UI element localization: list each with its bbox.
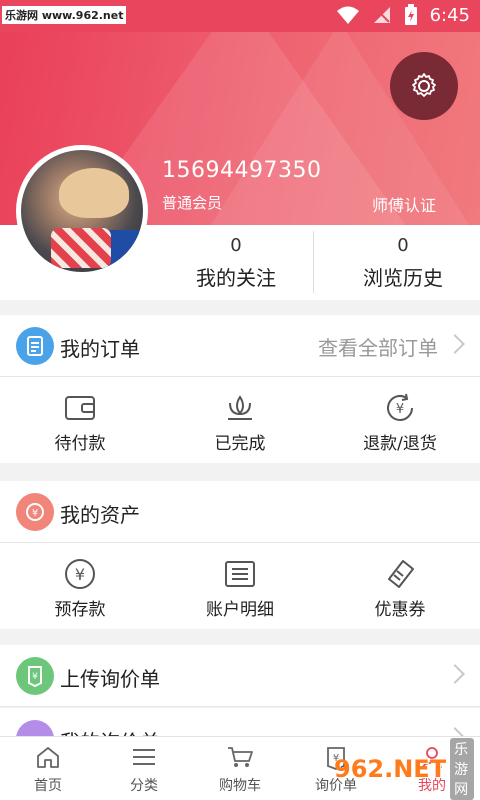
nav-home[interactable]: 首页 bbox=[0, 737, 96, 800]
nav-home-label: 首页 bbox=[34, 778, 62, 794]
history-label: 浏览历史 bbox=[363, 266, 443, 290]
coupon-label: 优惠券 bbox=[374, 600, 426, 620]
watermark-logo: 962.NET bbox=[334, 755, 447, 783]
account-detail-button[interactable]: 账户明细 bbox=[160, 543, 320, 629]
upload-inquiry-title: 上传询价单 bbox=[60, 667, 160, 691]
deposit-button[interactable]: ¥ 预存款 bbox=[0, 543, 160, 629]
deposit-label: 预存款 bbox=[54, 600, 106, 620]
nav-cart-label: 购物车 bbox=[219, 778, 261, 794]
yen-coin-icon: ¥ bbox=[63, 557, 97, 591]
refund-button[interactable]: ¥ 退款/退货 bbox=[320, 377, 480, 463]
view-all-orders-link[interactable]: 查看全部订单 bbox=[318, 332, 438, 361]
coupon-icon bbox=[383, 557, 417, 591]
completed-button[interactable]: 已完成 bbox=[160, 377, 320, 463]
divider bbox=[313, 231, 314, 293]
refund-label: 退款/退货 bbox=[363, 434, 437, 454]
history-stat[interactable]: 0 浏览历史 bbox=[323, 225, 480, 291]
assets-header: ¥ 我的资产 bbox=[0, 481, 480, 543]
history-count: 0 bbox=[397, 235, 409, 256]
cart-icon bbox=[226, 743, 254, 771]
upload-tag-icon: ¥ bbox=[16, 657, 54, 695]
coupon-button[interactable]: 优惠券 bbox=[320, 543, 480, 629]
nav-category-label: 分类 bbox=[130, 778, 158, 794]
watermark-text: 乐游网 bbox=[450, 738, 474, 800]
wifi-icon bbox=[336, 6, 359, 24]
battery-icon bbox=[404, 4, 417, 25]
refund-icon: ¥ bbox=[383, 391, 417, 425]
nav-category[interactable]: 分类 bbox=[96, 737, 192, 800]
order-list-icon bbox=[16, 327, 54, 365]
avatar[interactable] bbox=[16, 145, 148, 277]
follow-label: 我的关注 bbox=[196, 266, 276, 290]
svg-text:¥: ¥ bbox=[396, 402, 404, 417]
follow-stat[interactable]: 0 我的关注 bbox=[156, 225, 316, 291]
receipt-icon bbox=[223, 557, 257, 591]
status-bar: 乐游网 www.962.net 6:45 bbox=[0, 0, 480, 32]
pending-payment-button[interactable]: 待付款 bbox=[0, 377, 160, 463]
follow-count: 0 bbox=[230, 235, 242, 256]
account-detail-label: 账户明细 bbox=[206, 600, 274, 620]
watermark-bottom-right: 962.NET 乐游网 bbox=[334, 738, 474, 800]
completed-label: 已完成 bbox=[214, 434, 266, 454]
orders-header[interactable]: 我的订单 查看全部订单 bbox=[0, 315, 480, 377]
assets-coin-icon: ¥ bbox=[16, 493, 54, 531]
home-icon bbox=[34, 743, 62, 771]
chevron-right-icon bbox=[445, 664, 465, 684]
clock: 6:45 bbox=[429, 4, 470, 26]
chevron-right-icon bbox=[445, 334, 465, 354]
gear-icon bbox=[412, 73, 436, 97]
settings-button[interactable] bbox=[390, 52, 458, 120]
assets-section: ¥ 我的资产 ¥ 预存款 账户明细 优惠券 bbox=[0, 481, 480, 629]
wallet-icon bbox=[63, 391, 97, 425]
orders-title: 我的订单 bbox=[60, 337, 140, 361]
pending-payment-label: 待付款 bbox=[54, 434, 106, 454]
certification-link[interactable]: 师傅认证 bbox=[372, 192, 436, 216]
watermark-top-left: 乐游网 www.962.net bbox=[2, 6, 127, 24]
lotus-icon bbox=[223, 391, 257, 425]
orders-section: 我的订单 查看全部订单 待付款 已完成 ¥ 退款/退货 bbox=[0, 315, 480, 463]
upload-inquiry-row[interactable]: ¥ 上传询价单 bbox=[0, 645, 480, 707]
svg-text:¥: ¥ bbox=[75, 565, 85, 584]
list-icon bbox=[130, 743, 158, 771]
svg-text:¥: ¥ bbox=[32, 672, 38, 682]
upload-inquiry-header[interactable]: ¥ 上传询价单 bbox=[0, 645, 480, 707]
phone-number: 15694497350 bbox=[162, 158, 322, 183]
nav-cart[interactable]: 购物车 bbox=[192, 737, 288, 800]
member-level: 普通会员 bbox=[162, 194, 223, 212]
signal-icon bbox=[373, 7, 390, 23]
assets-title: 我的资产 bbox=[60, 503, 140, 527]
svg-text:¥: ¥ bbox=[32, 508, 38, 519]
